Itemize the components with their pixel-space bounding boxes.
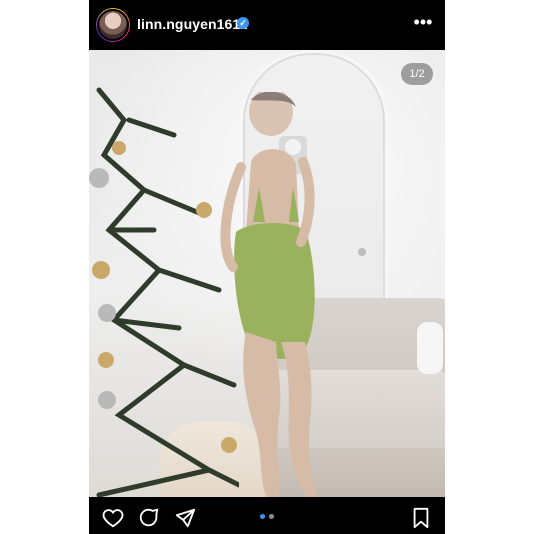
- post-header: linn.nguyen1611 ✓ •••: [89, 0, 445, 50]
- comment-icon[interactable]: [137, 506, 161, 530]
- door-knob: [358, 248, 366, 256]
- action-bar: [89, 497, 445, 534]
- carousel-counter: 1/2: [401, 63, 433, 85]
- more-options-icon[interactable]: •••: [413, 12, 433, 32]
- post-photo[interactable]: 1/2: [89, 50, 445, 497]
- instagram-post: linn.nguyen1611 ✓ ••• 1/2: [89, 0, 445, 534]
- send-icon[interactable]: [173, 506, 197, 530]
- heart-icon[interactable]: [101, 506, 125, 530]
- username[interactable]: linn.nguyen1611: [137, 16, 247, 32]
- person-figure: [220, 92, 317, 497]
- carousel-dot-active: [260, 514, 265, 519]
- avatar-image: [97, 9, 129, 41]
- bookmark-icon[interactable]: [409, 506, 433, 530]
- carousel-dot-inactive: [269, 514, 274, 519]
- sofa-pillow: [417, 322, 443, 374]
- carousel-dots: [260, 514, 276, 520]
- avatar[interactable]: [96, 8, 130, 42]
- verified-badge-icon: ✓: [237, 17, 249, 29]
